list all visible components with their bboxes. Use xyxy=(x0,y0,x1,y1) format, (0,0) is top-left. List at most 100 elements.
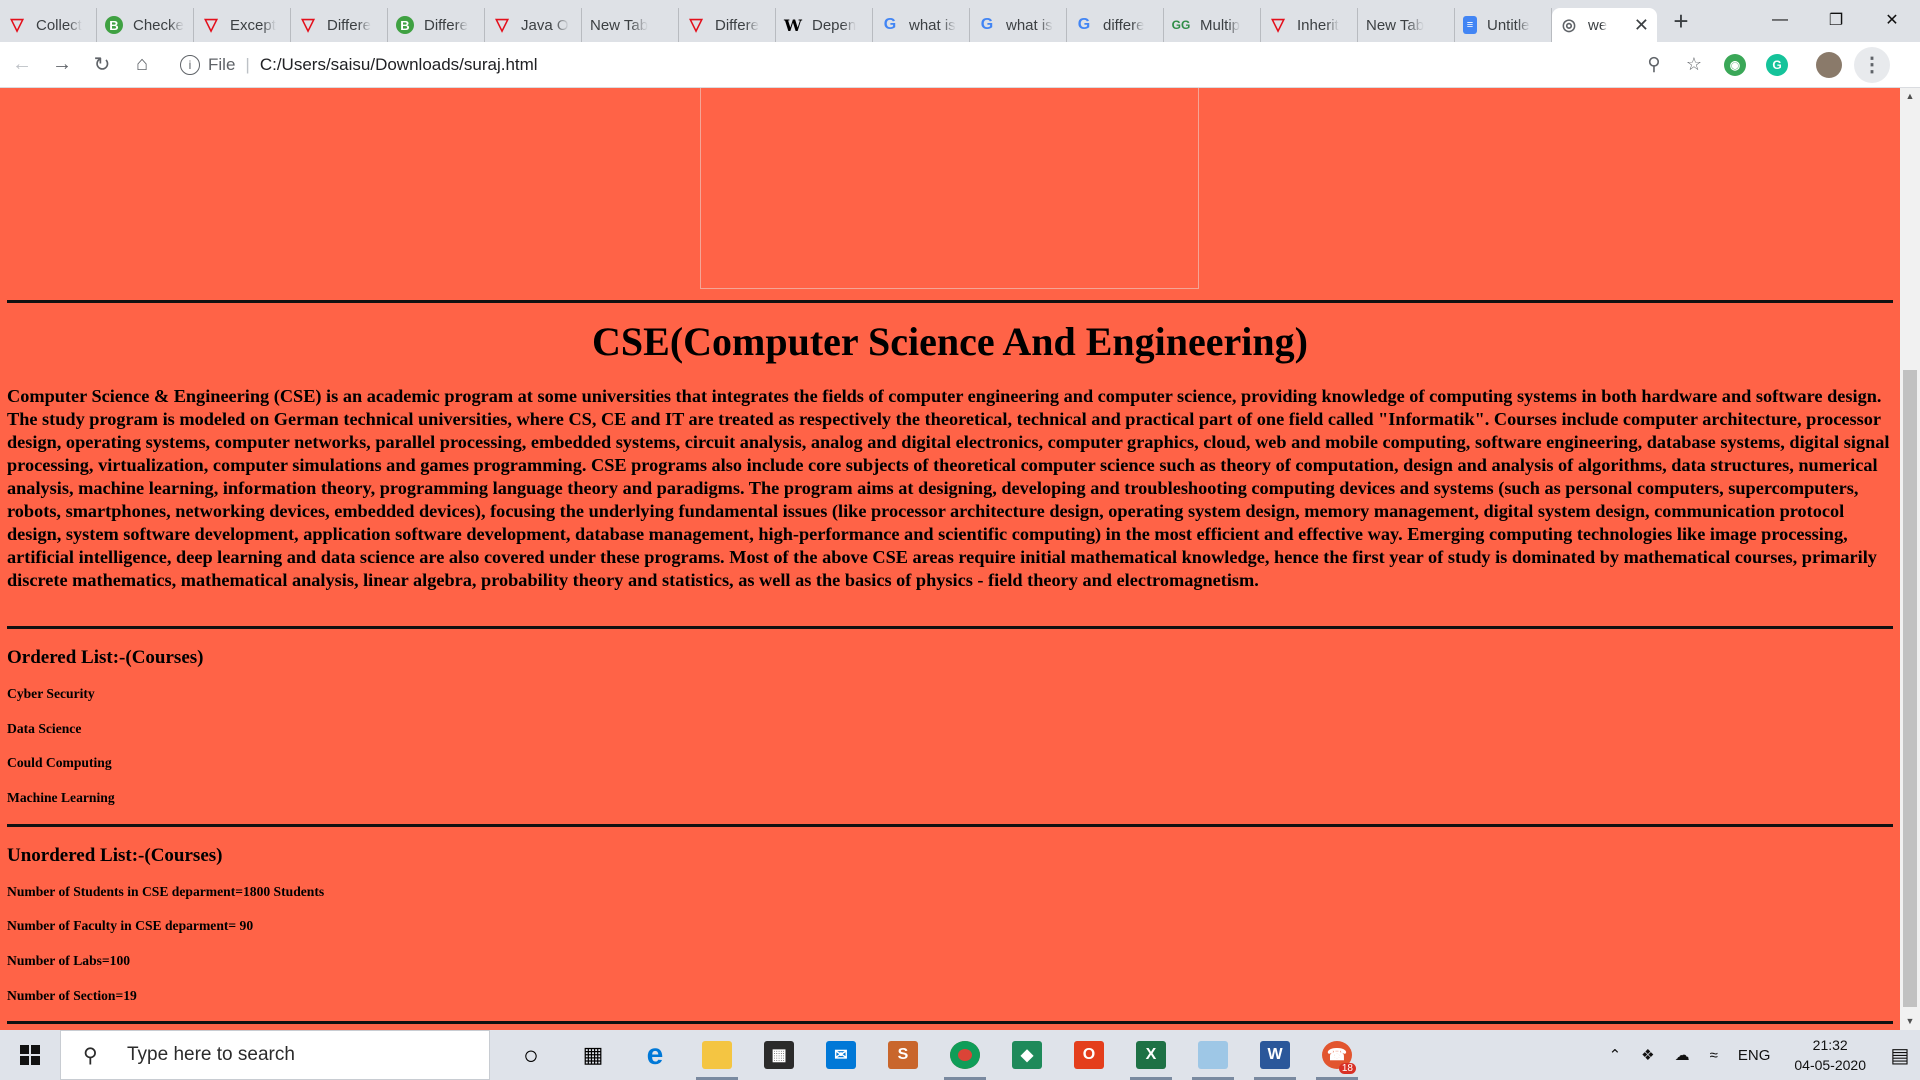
tab-label: what is xyxy=(909,16,956,34)
address-bar[interactable]: i File | C:/Users/saisu/Downloads/suraj.… xyxy=(174,47,1714,82)
wifi-icon[interactable]: ≈ xyxy=(1710,1047,1718,1064)
scroll-down-arrow-icon[interactable]: ▼ xyxy=(1900,1013,1920,1030)
browser-tab[interactable]: ◎ we ✕ xyxy=(1552,8,1657,42)
tab-label: Differe xyxy=(715,16,759,34)
vivaldi-v-icon: ▽ xyxy=(1271,15,1285,34)
clock[interactable]: 21:32 04-05-2020 xyxy=(1794,1035,1866,1075)
browser-tab[interactable]: GG Multip xyxy=(1164,8,1261,42)
mail-icon[interactable]: ✉ xyxy=(810,1030,872,1080)
notepad-icon[interactable] xyxy=(1182,1030,1244,1080)
taskbar-search-placeholder: Type here to search xyxy=(127,1044,295,1065)
unordered-list-item: Number of Students in CSE deparment=1800… xyxy=(7,884,325,899)
close-window-button[interactable]: ✕ xyxy=(1864,0,1920,40)
start-button[interactable] xyxy=(0,1030,60,1080)
notification-center-icon[interactable]: ▤ xyxy=(1880,1043,1920,1068)
dropbox-icon[interactable]: ❖ xyxy=(1641,1046,1654,1064)
page-scrollbar[interactable]: ▲ ▼ xyxy=(1900,88,1920,1030)
browser-tab[interactable]: B Differe xyxy=(388,8,485,42)
scroll-up-arrow-icon[interactable]: ▲ xyxy=(1900,88,1920,105)
tab-label: Depen xyxy=(812,16,857,34)
store-icon[interactable]: ▦ xyxy=(748,1030,810,1080)
ordered-list-item: Cyber Security xyxy=(7,686,95,701)
edge-icon[interactable]: e xyxy=(624,1030,686,1080)
onedrive-cloud-icon[interactable]: ☁ xyxy=(1675,1046,1690,1064)
windows-logo-icon xyxy=(20,1045,40,1065)
globe-icon: ◎ xyxy=(1562,17,1576,34)
ordered-list-title: Ordered List:-(Courses) xyxy=(7,647,204,668)
bookmark-star-icon[interactable]: ☆ xyxy=(1674,54,1714,75)
file-explorer-icon[interactable] xyxy=(686,1030,748,1080)
tab-label: what is xyxy=(1006,16,1053,34)
browser-tab[interactable]: ▽ Inherit xyxy=(1261,8,1358,42)
back-button[interactable]: ← xyxy=(4,47,40,83)
browser-tab[interactable]: ▽ Differe xyxy=(291,8,388,42)
cortana-icon[interactable]: ○ xyxy=(500,1030,562,1080)
address-path: C:/Users/saisu/Downloads/suraj.html xyxy=(259,54,538,74)
reload-button[interactable]: ↻ xyxy=(84,47,120,83)
tab-label: Untitle xyxy=(1487,16,1530,34)
browser-tab[interactable]: ▽ Collect xyxy=(0,8,97,42)
tab-label: Collect xyxy=(36,16,82,34)
browser-tab[interactable]: New Tab xyxy=(1358,8,1455,42)
forward-button[interactable]: → xyxy=(44,47,80,83)
geeksforgeeks-icon: GG xyxy=(1171,18,1191,32)
divider xyxy=(7,824,1893,827)
browser-tab[interactable]: Gwhat is xyxy=(873,8,970,42)
new-tab-button[interactable]: + xyxy=(1661,0,1701,42)
page-content: CSE(Computer Science And Engineering) Co… xyxy=(0,88,1900,1030)
address-scheme: File xyxy=(208,54,236,74)
word-icon[interactable]: W xyxy=(1244,1030,1306,1080)
profile-avatar[interactable] xyxy=(1816,51,1842,78)
tab-label: Checke xyxy=(133,16,184,34)
tab-label: Java O xyxy=(521,16,569,34)
close-tab-icon[interactable]: ✕ xyxy=(1634,15,1649,36)
browser-tab[interactable]: New Tab xyxy=(582,8,679,42)
task-view-icon[interactable]: ▦ xyxy=(562,1030,624,1080)
wikipedia-w-icon: W xyxy=(784,15,802,35)
browser-tab[interactable]: Gwhat is xyxy=(970,8,1067,42)
divider xyxy=(7,1021,1893,1024)
unordered-list-item: Number of Labs=100 xyxy=(7,953,131,968)
google-g-icon: G xyxy=(1077,16,1091,33)
box-app-icon[interactable]: ◆ xyxy=(996,1030,1058,1080)
browser-menu-button[interactable]: ⋮ xyxy=(1854,46,1890,83)
browser-tab[interactable]: B Checke xyxy=(97,8,194,42)
show-hidden-icons-chevron-icon[interactable]: ⌃ xyxy=(1609,1046,1622,1064)
language-indicator[interactable]: ENG xyxy=(1738,1047,1771,1064)
cse-description: Computer Science & Engineering (CSE) is … xyxy=(7,386,1890,590)
ordered-list-item: Could Computing xyxy=(7,755,112,770)
tab-label: Inherit xyxy=(1297,16,1339,34)
excel-icon[interactable]: X xyxy=(1120,1030,1182,1080)
grammarly-icon[interactable]: G xyxy=(1766,53,1788,76)
sublime-text-icon[interactable]: S xyxy=(872,1030,934,1080)
browser-tab[interactable]: ▽ Except xyxy=(194,8,291,42)
divider xyxy=(7,300,1893,303)
b-circle-icon: B xyxy=(105,16,123,34)
browser-tab[interactable]: Gdiffere xyxy=(1067,8,1164,42)
whatsapp-badge: 18 xyxy=(1338,1063,1356,1074)
browser-tab[interactable]: ▽ Differe xyxy=(679,8,776,42)
home-button[interactable]: ⌂ xyxy=(124,47,160,83)
minimize-button[interactable]: — xyxy=(1752,0,1808,40)
system-tray: ⌃ ❖ ☁ ≈ ENG 21:32 04-05-2020 ▤ xyxy=(1599,1030,1920,1080)
zoom-icon[interactable]: ⚲ xyxy=(1634,54,1674,75)
tab-label: differe xyxy=(1103,16,1145,34)
browser-tab[interactable]: ▽ Java O xyxy=(485,8,582,42)
chrome-icon[interactable] xyxy=(934,1030,996,1080)
restore-button[interactable]: ❐ xyxy=(1808,0,1864,40)
site-info-icon[interactable]: i xyxy=(180,54,200,75)
browser-tab[interactable]: ≡ Untitle xyxy=(1455,8,1552,42)
browser-tab[interactable]: W Depen xyxy=(776,8,873,42)
taskbar: ⚲ Type here to search ○ ▦ e ▦ ✉ S ◆ O X … xyxy=(0,1030,1920,1080)
scrollbar-thumb[interactable] xyxy=(1903,370,1917,1007)
window-controls: — ❐ ✕ xyxy=(1752,0,1920,40)
b-circle-icon: B xyxy=(396,16,414,34)
search-icon: ⚲ xyxy=(83,1044,98,1067)
extension-ghost-icon[interactable]: ◉ xyxy=(1724,53,1746,76)
google-g-icon: G xyxy=(980,16,994,33)
taskbar-search[interactable]: ⚲ Type here to search xyxy=(60,1030,490,1080)
vivaldi-v-icon: ▽ xyxy=(495,15,509,34)
whatsapp-icon[interactable]: ☎ 18 xyxy=(1306,1030,1368,1080)
office-icon[interactable]: O xyxy=(1058,1030,1120,1080)
google-g-icon: G xyxy=(883,16,897,33)
